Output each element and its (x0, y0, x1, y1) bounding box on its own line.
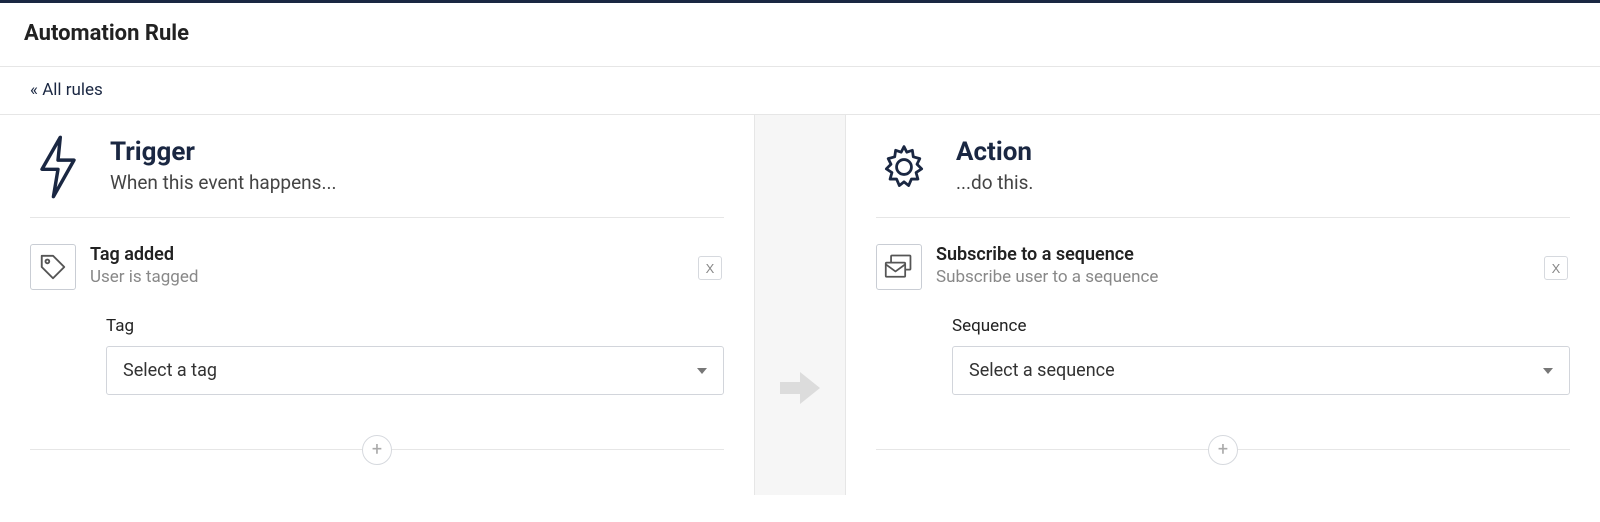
back-link[interactable]: « All rules (30, 80, 103, 100)
trigger-panel: Trigger When this event happens... Tag a… (0, 115, 755, 495)
select-sequence-dropdown[interactable]: Select a sequence (952, 346, 1570, 395)
select-tag-placeholder: Select a tag (123, 360, 217, 381)
caret-down-icon (1543, 368, 1553, 374)
caret-down-icon (697, 368, 707, 374)
action-field-group: Sequence Select a sequence (952, 316, 1570, 395)
automation-builder: Trigger When this event happens... Tag a… (0, 114, 1600, 495)
select-sequence-placeholder: Select a sequence (969, 360, 1115, 381)
select-tag-dropdown[interactable]: Select a tag (106, 346, 724, 395)
add-action-button[interactable]: + (1208, 435, 1238, 465)
sequence-icon (876, 244, 922, 290)
add-trigger-row: + (30, 435, 724, 465)
trigger-card-label: Tag added (90, 244, 198, 265)
add-action-row: + (876, 435, 1570, 465)
flow-arrow-area (755, 115, 845, 495)
trigger-field-label: Tag (106, 316, 724, 336)
tag-icon (30, 244, 76, 290)
action-card: Subscribe to a sequence Subscribe user t… (876, 244, 1570, 395)
lightning-icon (30, 135, 86, 199)
gear-icon (876, 135, 932, 199)
trigger-title: Trigger (110, 137, 337, 167)
remove-trigger-button[interactable]: X (698, 256, 722, 280)
trigger-subtitle: When this event happens... (110, 171, 337, 194)
breadcrumb: « All rules (0, 67, 1600, 114)
action-card-sublabel: Subscribe user to a sequence (936, 267, 1158, 287)
add-trigger-button[interactable]: + (362, 435, 392, 465)
action-field-label: Sequence (952, 316, 1570, 336)
page-title: Automation Rule (24, 21, 1576, 46)
trigger-header: Trigger When this event happens... (30, 135, 724, 218)
action-card-label: Subscribe to a sequence (936, 244, 1158, 265)
trigger-card-sublabel: User is tagged (90, 267, 198, 287)
action-title: Action (956, 137, 1033, 167)
action-subtitle: ...do this. (956, 171, 1033, 194)
trigger-field-group: Tag Select a tag (106, 316, 724, 395)
page-header: Automation Rule (0, 3, 1600, 66)
arrow-right-icon (776, 364, 824, 416)
action-header: Action ...do this. (876, 135, 1570, 218)
action-panel: Action ...do this. Subscribe to a sequen… (845, 115, 1600, 495)
trigger-card: Tag added User is tagged X Tag Select a … (30, 244, 724, 395)
remove-action-button[interactable]: X (1544, 256, 1568, 280)
